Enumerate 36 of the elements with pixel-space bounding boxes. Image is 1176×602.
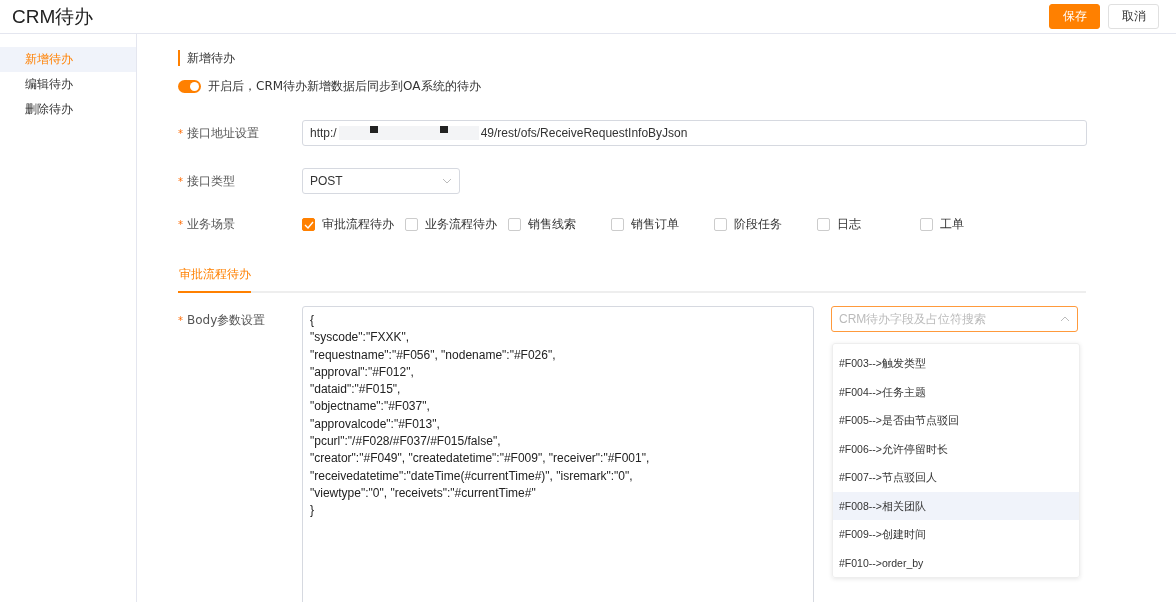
scene-checkbox[interactable]: 销售线索	[508, 216, 611, 233]
field-label: Body参数设置	[187, 313, 266, 327]
page-title: CRM待办	[12, 4, 94, 29]
body-textarea[interactable]: { "syscode":"FXXK", "requestname":"#F056", "nodename":"#F026", "approval":"#F012", "dataid":"#F015", "objectname":"#F037", "approvalcode":"#F013", "pcurl":"/#F028/#F037/#F015/false", "creator":"#F049", "createdatetime":"#F009", "receiver":"#F001", "receivedatetime":"dateTime(#currentTime#)", "isremark":"0", "viewtype":"0", "receivets":"#currentTime#" }	[302, 306, 814, 602]
dropdown-option[interactable]: #F010-->order_by	[833, 548, 1079, 577]
dropdown-option[interactable]: #F003-->触发类型	[833, 349, 1079, 378]
required-mark: *	[178, 175, 183, 187]
dropdown-option[interactable]: #F008-->相关团队	[833, 491, 1079, 520]
section-title: 新增待办	[178, 50, 235, 66]
chevron-up-icon	[1060, 316, 1070, 322]
dropdown-option[interactable]: #F009-->创建时间	[833, 520, 1079, 549]
required-mark: *	[178, 315, 183, 326]
sidebar-item[interactable]: 删除待办	[0, 97, 136, 122]
sidebar-item[interactable]: 编辑待办	[0, 72, 136, 97]
cancel-button[interactable]: 取消	[1108, 4, 1159, 29]
field-label: 接口类型	[187, 173, 235, 188]
url-input[interactable]: http:/ 49/rest/ofs/ReceiveRequestInfoByJson	[302, 120, 1087, 146]
scene-checkbox[interactable]: 审批流程待办	[302, 216, 405, 233]
required-mark: *	[178, 219, 183, 230]
checkmark-icon	[303, 220, 314, 229]
toggle-switch[interactable]	[178, 80, 201, 93]
dropdown-option[interactable]: #F004-->任务主题	[833, 377, 1079, 406]
scene-checkbox[interactable]: 工单	[920, 216, 1023, 233]
dropdown-option[interactable]: #F006-->允许停留时长	[833, 434, 1079, 463]
scene-checkbox[interactable]: 业务流程待办	[405, 216, 508, 233]
scene-checkbox[interactable]: 日志	[817, 216, 920, 233]
field-label: 业务场景	[187, 217, 235, 231]
scene-checkbox[interactable]: 阶段任务	[714, 216, 817, 233]
dropdown-option[interactable]: #F005-->是否由节点驳回	[833, 406, 1079, 435]
toggle-label: 开启后，CRM待办新增数据后同步到OA系统的待办	[208, 78, 481, 95]
required-mark: *	[178, 127, 183, 139]
field-label: 接口地址设置	[187, 125, 259, 140]
chevron-down-icon	[442, 178, 452, 184]
scene-checkbox[interactable]: 销售订单	[611, 216, 714, 233]
type-select[interactable]: POST	[302, 168, 460, 194]
dropdown-option[interactable]: #F007-->节点驳回人	[833, 463, 1079, 492]
